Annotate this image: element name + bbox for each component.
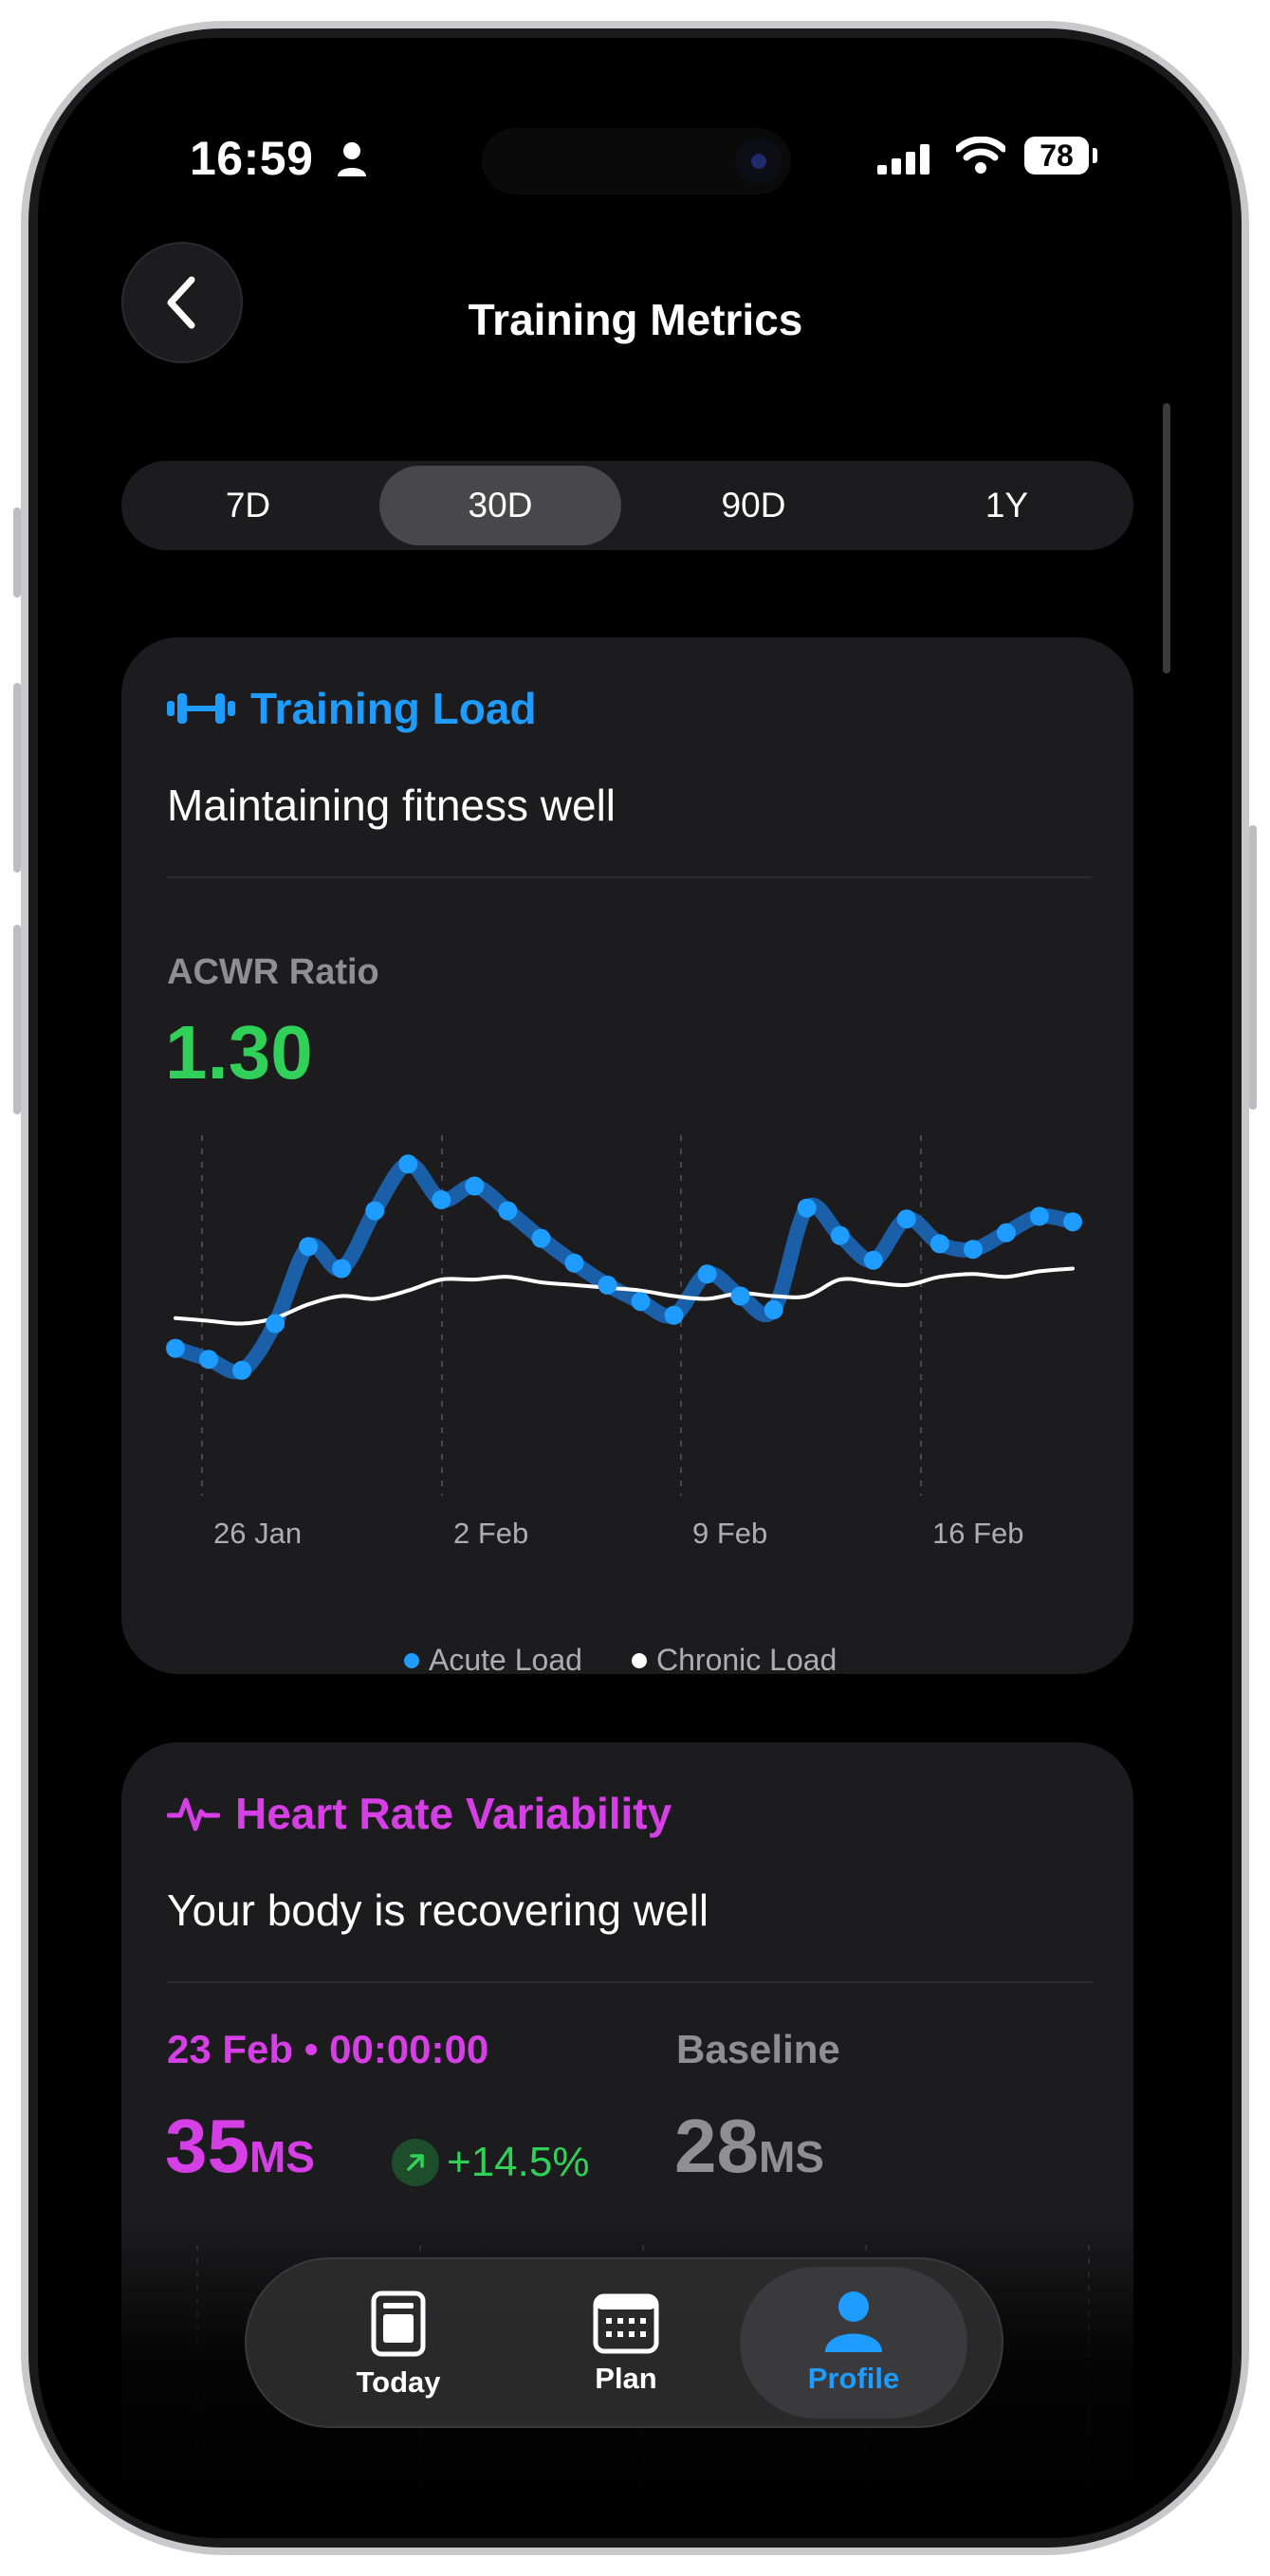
tab-plan-label: Plan <box>595 2362 657 2395</box>
page-title: Training Metrics <box>468 295 803 344</box>
hrv-change-value: +14.5% <box>447 2139 590 2185</box>
acute-load-point <box>166 1338 185 1358</box>
scroll-indicator[interactable] <box>1163 403 1170 673</box>
baseline-unit: MS <box>758 2132 824 2181</box>
tab-30d[interactable]: 30D <box>379 466 621 545</box>
chevron-left-icon <box>167 276 195 329</box>
acute-load-point <box>232 1360 252 1380</box>
legend-acute: Acute Load <box>404 1643 582 1678</box>
legend-chronic-swatch <box>632 1652 647 1668</box>
tab-1y[interactable]: 1Y <box>880 461 1133 550</box>
acute-load-point <box>598 1275 617 1295</box>
dumbbell-icon <box>167 693 235 724</box>
acute-load-point <box>398 1154 418 1174</box>
heartbeat-icon <box>167 1797 220 1831</box>
period-segmented-control: 7D 30D 90D 1Y <box>121 461 1133 550</box>
acute-load-point <box>299 1237 319 1257</box>
acwr-label: ACWR Ratio <box>167 952 379 992</box>
acute-load-point <box>797 1198 817 1218</box>
back-button[interactable] <box>121 242 243 363</box>
screen: 16:59 78 Training Metrics 7D 30D 90D 1Y … <box>38 38 1232 2538</box>
acute-load-point <box>631 1292 651 1312</box>
baseline-label: Baseline <box>676 2027 840 2071</box>
tab-profile-label: Profile <box>807 2362 900 2395</box>
hrv-subtitle: Your body is recovering well <box>167 1886 709 1935</box>
hrv-value-number: 35 <box>165 2104 249 2188</box>
legend-chronic: Chronic Load <box>632 1643 837 1678</box>
acute-load-point <box>1029 1206 1049 1226</box>
acute-load-point <box>564 1253 584 1273</box>
acwr-value: 1.30 <box>165 1010 313 1095</box>
acute-load-point <box>929 1234 949 1254</box>
acute-load-point <box>332 1259 352 1279</box>
baseline-value: 28MS <box>674 2103 824 2190</box>
training-load-subtitle: Maintaining fitness well <box>167 781 617 830</box>
power-button <box>1249 825 1257 1110</box>
training-load-chart[interactable]: 26 Jan 2 Feb 9 Feb 16 Feb <box>121 1135 1133 1581</box>
training-load-card[interactable]: Training Load Maintaining fitness well A… <box>121 637 1133 1677</box>
x-tick-label: 26 Jan <box>213 1517 302 1550</box>
training-load-title: Training Load <box>250 684 537 733</box>
tab-7d[interactable]: 7D <box>121 461 375 550</box>
acute-load-point <box>266 1314 285 1334</box>
acute-load-point <box>664 1305 684 1325</box>
baseline-number: 28 <box>674 2104 759 2188</box>
battery-tip <box>1093 148 1097 163</box>
legend-acute-swatch <box>404 1652 419 1668</box>
acute-load-point <box>531 1228 551 1248</box>
x-tick-label: 9 Feb <box>692 1517 767 1550</box>
hrv-unit: MS <box>248 2132 315 2181</box>
acute-load-line <box>168 1156 1080 1380</box>
x-tick-label: 16 Feb <box>932 1517 1024 1550</box>
acute-load-point <box>199 1350 219 1370</box>
person-icon <box>825 2291 882 2352</box>
camera-icon <box>735 138 782 185</box>
acute-load-point <box>830 1225 850 1245</box>
hrv-header: Heart Rate Variability <box>167 1788 672 1839</box>
calendar-icon <box>593 2293 659 2354</box>
tab-today[interactable]: Today <box>285 2259 512 2430</box>
status-time: 16:59 <box>190 132 314 185</box>
acute-load-point <box>432 1190 451 1209</box>
tab-plan[interactable]: Plan <box>512 2259 740 2430</box>
hrv-change: +14.5% <box>392 2139 589 2186</box>
acute-load-point <box>498 1201 518 1221</box>
today-icon <box>371 2291 426 2357</box>
trend-up-icon <box>392 2139 439 2186</box>
acute-load-point <box>963 1240 983 1260</box>
legend-chronic-label: Chronic Load <box>656 1643 837 1677</box>
hrv-value: 35MS <box>165 2103 315 2190</box>
training-load-header: Training Load <box>167 683 537 734</box>
acute-load-point <box>1063 1212 1082 1232</box>
x-tick-label: 2 Feb <box>453 1517 528 1550</box>
acute-load-point <box>764 1300 783 1319</box>
acute-load-point <box>996 1223 1016 1242</box>
acute-load-point <box>896 1209 916 1229</box>
person-icon <box>338 142 366 176</box>
divider <box>167 876 1092 878</box>
tab-today-label: Today <box>356 2365 441 2399</box>
acute-load-point <box>863 1250 883 1270</box>
volume-down-button <box>13 925 21 1114</box>
status-bar: 16:59 78 <box>38 38 1232 194</box>
battery-indicator: 78 <box>1024 137 1089 175</box>
acute-load-point <box>465 1176 485 1196</box>
legend-acute-label: Acute Load <box>429 1643 582 1677</box>
divider <box>167 1981 1092 1983</box>
tab-bar: Today Plan Profile <box>245 2257 1003 2428</box>
action-button <box>13 507 21 598</box>
wifi-icon <box>956 137 1005 174</box>
tab-90d[interactable]: 90D <box>627 461 880 550</box>
cellular-signal-icon <box>877 144 929 175</box>
tab-profile[interactable]: Profile <box>740 2267 967 2419</box>
hrv-title: Heart Rate Variability <box>235 1789 672 1838</box>
acute-load-point <box>730 1286 750 1306</box>
volume-up-button <box>13 683 21 873</box>
acute-load-point <box>697 1264 717 1284</box>
hrv-date: 23 Feb • 00:00:00 <box>167 2027 489 2071</box>
acute-load-point <box>365 1201 385 1221</box>
